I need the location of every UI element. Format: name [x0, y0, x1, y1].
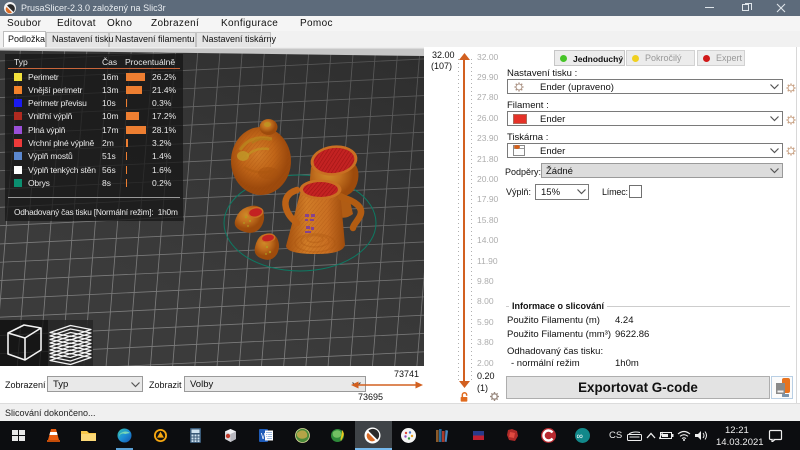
- svg-text:W: W: [261, 432, 269, 441]
- svg-text:∞: ∞: [577, 431, 583, 441]
